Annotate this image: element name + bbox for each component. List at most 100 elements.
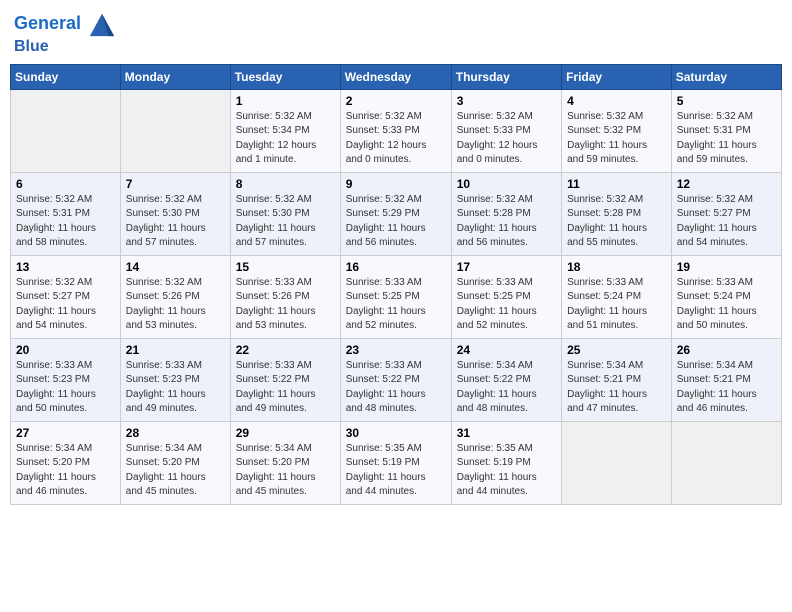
- day-number: 12: [677, 177, 776, 191]
- day-info: Sunrise: 5:33 AM Sunset: 5:23 PM Dayligh…: [16, 359, 115, 417]
- day-number: 22: [236, 343, 335, 357]
- day-info: Sunrise: 5:32 AM Sunset: 5:27 PM Dayligh…: [677, 193, 776, 251]
- day-number: 8: [236, 177, 335, 191]
- calendar-cell: 12 Sunrise: 5:32 AM Sunset: 5:27 PM Dayli…: [671, 172, 781, 255]
- day-info: Sunrise: 5:34 AM Sunset: 5:21 PM Dayligh…: [677, 359, 776, 417]
- calendar-cell: 14Sunrise: 5:32 AM Sunset: 5:26 PM Dayli…: [120, 255, 230, 338]
- day-number: 30: [346, 426, 446, 440]
- day-number: 25: [567, 343, 666, 357]
- day-info: Sunrise: 5:34 AM Sunset: 5:22 PM Dayligh…: [457, 359, 556, 417]
- calendar-cell: 20 Sunrise: 5:33 AM Sunset: 5:23 PM Dayli…: [11, 338, 121, 421]
- day-number: 4: [567, 94, 666, 108]
- calendar-cell: 11 Sunrise: 5:32 AM Sunset: 5:28 PM Dayli…: [562, 172, 672, 255]
- weekday-header-wednesday: Wednesday: [340, 64, 451, 89]
- calendar-cell: 5 Sunrise: 5:32 AM Sunset: 5:31 PM Daylig…: [671, 89, 781, 172]
- calendar-cell: 6 Sunrise: 5:32 AM Sunset: 5:31 PM Daylig…: [11, 172, 121, 255]
- day-number: 1: [236, 94, 335, 108]
- weekday-header-friday: Friday: [562, 64, 672, 89]
- calendar-cell: 19 Sunrise: 5:33 AM Sunset: 5:24 PM Dayli…: [671, 255, 781, 338]
- day-info: Sunrise: 5:33 AM Sunset: 5:23 PM Dayligh…: [126, 359, 225, 417]
- calendar-cell: 2Sunrise: 5:32 AM Sunset: 5:33 PM Daylig…: [340, 89, 451, 172]
- day-number: 26: [677, 343, 776, 357]
- day-info: Sunrise: 5:33 AM Sunset: 5:22 PM Dayligh…: [236, 359, 335, 417]
- day-info: Sunrise: 5:32 AM Sunset: 5:33 PM Dayligh…: [457, 110, 556, 168]
- day-info: Sunrise: 5:33 AM Sunset: 5:24 PM Dayligh…: [677, 276, 776, 334]
- day-info: Sunrise: 5:33 AM Sunset: 5:25 PM Dayligh…: [346, 276, 446, 334]
- day-number: 31: [457, 426, 556, 440]
- day-number: 15: [236, 260, 335, 274]
- calendar-cell: 7 Sunrise: 5:32 AM Sunset: 5:30 PM Daylig…: [120, 172, 230, 255]
- calendar-cell: 15 Sunrise: 5:33 AM Sunset: 5:26 PM Dayli…: [230, 255, 340, 338]
- day-number: 27: [16, 426, 115, 440]
- day-number: 13: [16, 260, 115, 274]
- page-header: General Blue: [10, 10, 782, 56]
- calendar-cell: 27 Sunrise: 5:34 AM Sunset: 5:20 PM Dayli…: [11, 421, 121, 504]
- calendar-cell: 3 Sunrise: 5:32 AM Sunset: 5:33 PM Daylig…: [451, 89, 561, 172]
- calendar-cell: 16Sunrise: 5:33 AM Sunset: 5:25 PM Dayli…: [340, 255, 451, 338]
- calendar-cell: 23 Sunrise: 5:33 AM Sunset: 5:22 PM Dayli…: [340, 338, 451, 421]
- day-info: Sunrise: 5:32 AM Sunset: 5:30 PM Dayligh…: [126, 193, 225, 251]
- calendar-cell: 17 Sunrise: 5:33 AM Sunset: 5:25 PM Dayli…: [451, 255, 561, 338]
- weekday-header-sunday: Sunday: [11, 64, 121, 89]
- day-number: 14: [126, 260, 225, 274]
- day-number: 5: [677, 94, 776, 108]
- calendar-cell: 1 Sunrise: 5:32 AM Sunset: 5:34 PM Daylig…: [230, 89, 340, 172]
- day-number: 17: [457, 260, 556, 274]
- day-info: Sunrise: 5:35 AM Sunset: 5:19 PM Dayligh…: [346, 442, 446, 500]
- day-info: Sunrise: 5:32 AM Sunset: 5:29 PM Dayligh…: [346, 193, 446, 251]
- calendar-cell: 24 Sunrise: 5:34 AM Sunset: 5:22 PM Dayli…: [451, 338, 561, 421]
- calendar-cell: [120, 89, 230, 172]
- day-info: Sunrise: 5:32 AM Sunset: 5:28 PM Dayligh…: [457, 193, 556, 251]
- calendar-cell: 10 Sunrise: 5:32 AM Sunset: 5:28 PM Dayli…: [451, 172, 561, 255]
- day-info: Sunrise: 5:32 AM Sunset: 5:32 PM Dayligh…: [567, 110, 666, 168]
- day-number: 19: [677, 260, 776, 274]
- weekday-header-saturday: Saturday: [671, 64, 781, 89]
- calendar-cell: 28 Sunrise: 5:34 AM Sunset: 5:20 PM Dayli…: [120, 421, 230, 504]
- calendar-cell: [562, 421, 672, 504]
- day-info: Sunrise: 5:32 AM Sunset: 5:31 PM Dayligh…: [677, 110, 776, 168]
- calendar-cell: 29 Sunrise: 5:34 AM Sunset: 5:20 PM Dayli…: [230, 421, 340, 504]
- calendar-cell: 31 Sunrise: 5:35 AM Sunset: 5:19 PM Dayli…: [451, 421, 561, 504]
- calendar-cell: 26 Sunrise: 5:34 AM Sunset: 5:21 PM Dayli…: [671, 338, 781, 421]
- day-info: Sunrise: 5:34 AM Sunset: 5:20 PM Dayligh…: [126, 442, 225, 500]
- day-info: Sunrise: 5:33 AM Sunset: 5:22 PM Dayligh…: [346, 359, 446, 417]
- day-number: 18: [567, 260, 666, 274]
- calendar-cell: 9 Sunrise: 5:32 AM Sunset: 5:29 PM Daylig…: [340, 172, 451, 255]
- day-number: 28: [126, 426, 225, 440]
- day-number: 11: [567, 177, 666, 191]
- logo-text: General: [14, 10, 116, 38]
- day-info: Sunrise: 5:34 AM Sunset: 5:20 PM Dayligh…: [236, 442, 335, 500]
- calendar-cell: 22 Sunrise: 5:33 AM Sunset: 5:22 PM Dayli…: [230, 338, 340, 421]
- day-info: Sunrise: 5:33 AM Sunset: 5:26 PM Dayligh…: [236, 276, 335, 334]
- day-number: 10: [457, 177, 556, 191]
- calendar-cell: 13 Sunrise: 5:32 AM Sunset: 5:27 PM Dayli…: [11, 255, 121, 338]
- day-number: 23: [346, 343, 446, 357]
- calendar-cell: [11, 89, 121, 172]
- day-info: Sunrise: 5:32 AM Sunset: 5:27 PM Dayligh…: [16, 276, 115, 334]
- day-info: Sunrise: 5:32 AM Sunset: 5:28 PM Dayligh…: [567, 193, 666, 251]
- calendar-cell: 25 Sunrise: 5:34 AM Sunset: 5:21 PM Dayli…: [562, 338, 672, 421]
- day-number: 9: [346, 177, 446, 191]
- day-number: 20: [16, 343, 115, 357]
- weekday-header-tuesday: Tuesday: [230, 64, 340, 89]
- day-info: Sunrise: 5:34 AM Sunset: 5:20 PM Dayligh…: [16, 442, 115, 500]
- day-info: Sunrise: 5:33 AM Sunset: 5:25 PM Dayligh…: [457, 276, 556, 334]
- weekday-header-monday: Monday: [120, 64, 230, 89]
- day-number: 7: [126, 177, 225, 191]
- day-info: Sunrise: 5:35 AM Sunset: 5:19 PM Dayligh…: [457, 442, 556, 500]
- logo: General Blue: [14, 10, 116, 56]
- weekday-header-thursday: Thursday: [451, 64, 561, 89]
- day-number: 29: [236, 426, 335, 440]
- day-number: 24: [457, 343, 556, 357]
- day-info: Sunrise: 5:32 AM Sunset: 5:34 PM Dayligh…: [236, 110, 335, 168]
- day-number: 3: [457, 94, 556, 108]
- calendar-cell: 21Sunrise: 5:33 AM Sunset: 5:23 PM Dayli…: [120, 338, 230, 421]
- day-number: 6: [16, 177, 115, 191]
- logo-text2: Blue: [14, 38, 116, 56]
- day-info: Sunrise: 5:32 AM Sunset: 5:30 PM Dayligh…: [236, 193, 335, 251]
- day-number: 2: [346, 94, 446, 108]
- calendar-cell: 30 Sunrise: 5:35 AM Sunset: 5:19 PM Dayli…: [340, 421, 451, 504]
- calendar-header: SundayMondayTuesdayWednesdayThursdayFrid…: [11, 64, 782, 89]
- day-info: Sunrise: 5:34 AM Sunset: 5:21 PM Dayligh…: [567, 359, 666, 417]
- day-info: Sunrise: 5:32 AM Sunset: 5:31 PM Dayligh…: [16, 193, 115, 251]
